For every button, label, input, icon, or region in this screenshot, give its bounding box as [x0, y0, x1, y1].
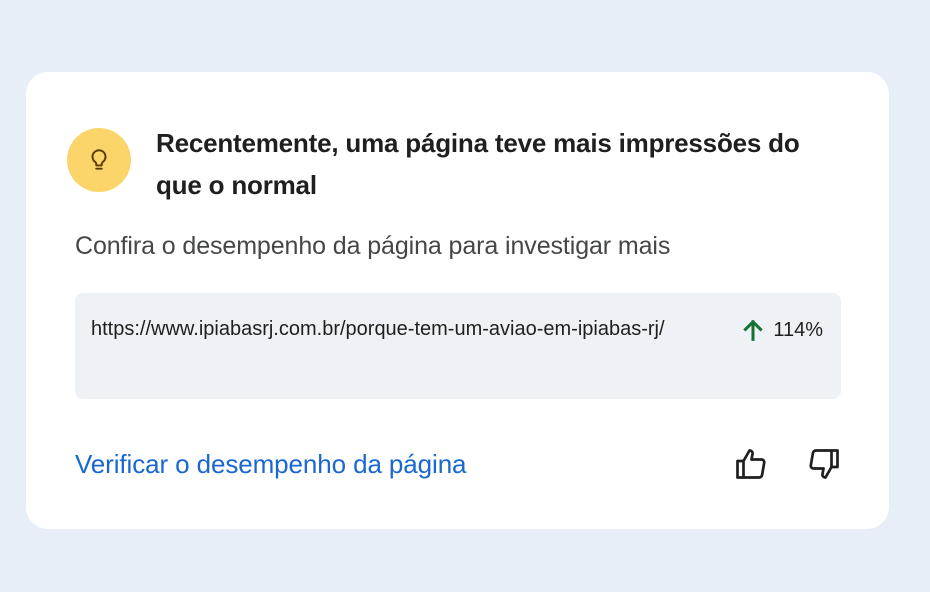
thumb-down-button[interactable]	[804, 444, 844, 484]
insight-title: Recentemente, uma página teve mais impre…	[156, 128, 800, 200]
change-value: 114%	[773, 318, 823, 341]
thumb-up-button[interactable]	[731, 444, 771, 484]
arrow-up-icon	[743, 319, 764, 341]
insight-subtitle: Confira o desempenho da página para inve…	[75, 232, 671, 260]
page-url: https://www.ipiabasrj.com.br/porque-tem-…	[91, 318, 665, 340]
thumb-up-icon	[736, 449, 766, 479]
thumb-down-icon	[809, 449, 839, 479]
page-row: https://www.ipiabasrj.com.br/porque-tem-…	[75, 293, 841, 399]
impressions-change: 114%	[739, 316, 823, 344]
check-page-performance-link[interactable]: Verificar o desempenho da página	[75, 446, 467, 482]
insight-card: Recentemente, uma página teve mais impre…	[26, 72, 889, 529]
lightbulb-icon	[67, 128, 131, 192]
